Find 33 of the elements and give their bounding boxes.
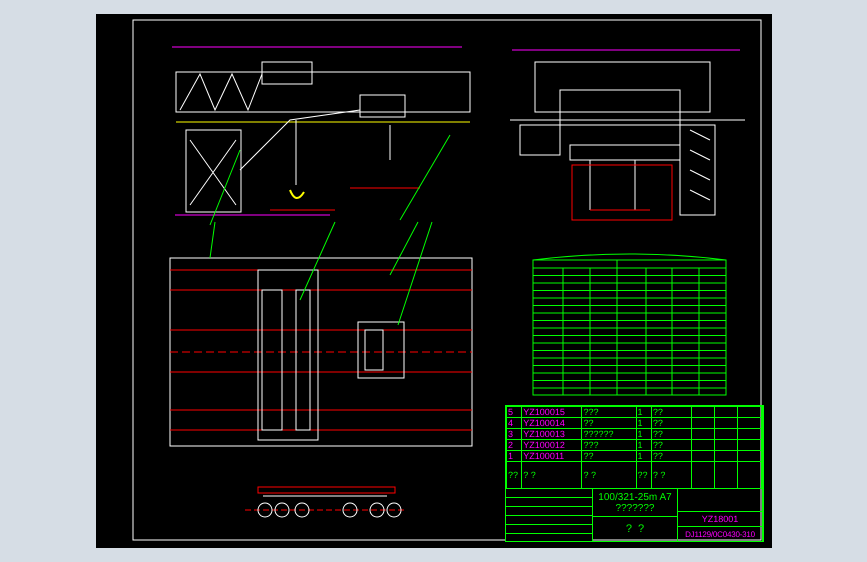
quantity: 1 [636, 418, 652, 428]
material: ?? [651, 440, 692, 450]
quantity: 1 [636, 440, 652, 450]
column-header: ?? [636, 462, 652, 488]
drawing-title: 100/321-25m A7 [598, 492, 672, 502]
material: ?? [651, 406, 692, 418]
part-name: ??? [582, 406, 636, 418]
column-header: ? ? [651, 462, 692, 488]
part-code: YZ100011 [522, 450, 582, 462]
part-code: YZ100013 [522, 428, 582, 440]
file-code: DJ1129/0C0430-310 [685, 530, 755, 538]
column-header: ? ? [582, 462, 636, 488]
part-name: ??? [582, 440, 636, 450]
quantity: 1 [636, 406, 652, 418]
material: ?? [651, 418, 692, 428]
item-number: 1 [506, 450, 522, 462]
quantity: 1 [636, 450, 652, 462]
part-code: YZ100012 [522, 440, 582, 450]
item-number: 4 [506, 418, 522, 428]
part-name: ?? [582, 450, 636, 462]
item-number: 5 [506, 406, 522, 418]
material: ?? [651, 428, 692, 440]
material: ?? [651, 450, 692, 462]
part-code: YZ100015 [522, 406, 582, 418]
item-number: 2 [506, 440, 522, 450]
company-name: ? ? [626, 523, 644, 535]
drawing-number: YZ18001 [702, 514, 738, 524]
part-name: ?? [582, 418, 636, 428]
item-number: 3 [506, 428, 522, 440]
part-name: ?????? [582, 428, 636, 440]
part-code: YZ100014 [522, 418, 582, 428]
quantity: 1 [636, 428, 652, 440]
drawing-subtitle: ??????? [616, 502, 654, 514]
